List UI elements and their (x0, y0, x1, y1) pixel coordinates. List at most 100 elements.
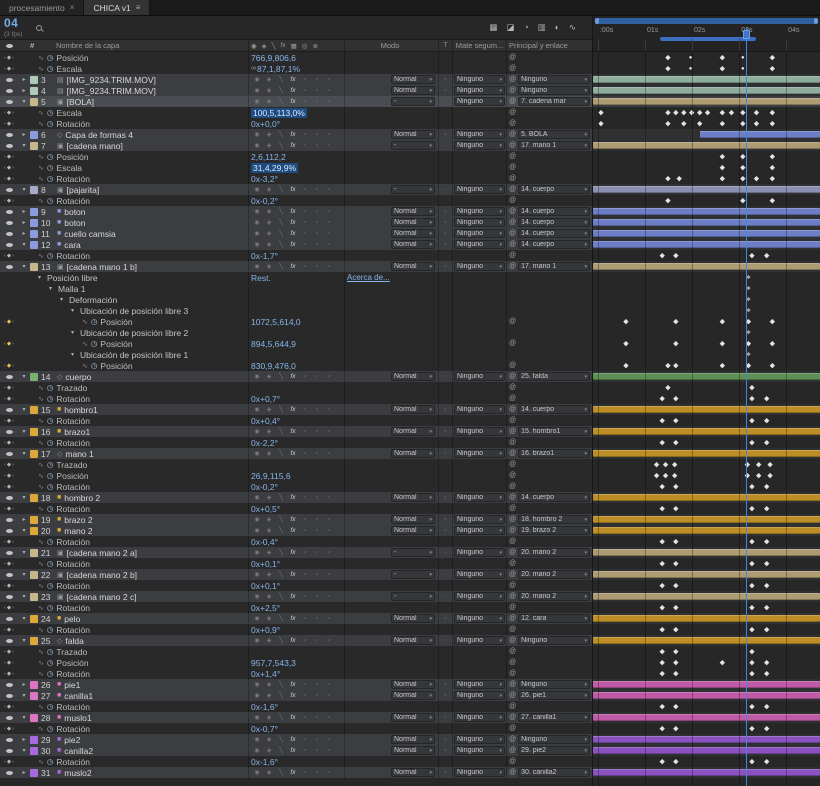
blend-mode-select[interactable]: -▾ (391, 592, 435, 601)
keyframe-navigator[interactable]: ‹◆› (4, 55, 14, 61)
keyframe-icon[interactable]: ◆ (598, 120, 603, 127)
keyframe-icon[interactable]: ◆ (749, 626, 754, 633)
keyframe-icon[interactable]: ◆ (677, 175, 682, 182)
timeline-row[interactable] (593, 525, 820, 536)
layer-name[interactable]: canilla2 (64, 746, 93, 756)
property-row[interactable]: ‹◆›∿◷Rotación0x-0,2°@ (0, 481, 592, 492)
pickwhip-icon[interactable]: @ (509, 384, 516, 391)
timeline-row[interactable]: ◆◆◆◆ (593, 580, 820, 591)
track-matte-select[interactable]: Ninguno▾ (454, 735, 505, 744)
next-keyframe-icon[interactable]: › (12, 385, 14, 391)
keyframe-icon[interactable]: ◆ (770, 65, 775, 72)
pickwhip-icon[interactable]: @ (509, 98, 516, 105)
twirl-icon[interactable]: ▾ (18, 635, 30, 646)
layer-switch[interactable]: ▫ (299, 407, 311, 413)
keyframe-icon[interactable]: ◆ (665, 109, 670, 116)
keyframe-icon[interactable]: ◆ (764, 758, 769, 765)
keyframe-navigator[interactable]: ‹◆› (4, 583, 14, 589)
layer-switch[interactable]: ▫ (323, 528, 335, 534)
preserve-transparency-toggle[interactable]: ▫ (444, 616, 446, 622)
stopwatch-icon[interactable]: ◷ (91, 361, 98, 370)
property-row[interactable]: ‹◆›∿◷Rotación0x+0,7°@ (0, 393, 592, 404)
layer-switch[interactable]: ▫ (311, 550, 323, 556)
timeline-row[interactable]: ◆◆◆◆◆◆ (593, 173, 820, 184)
twirl-icon[interactable] (18, 393, 30, 404)
twirl-icon[interactable]: ▸ (18, 206, 30, 217)
layer-switch[interactable]: ╲ (275, 208, 287, 215)
keyframe-icon[interactable]: ◆ (665, 65, 670, 72)
timeline-row[interactable]: ◆◆◆◆ (593, 250, 820, 261)
keyframe-icon[interactable]: ◆ (689, 109, 694, 116)
keyframe-icon[interactable]: ◆ (665, 120, 670, 127)
twirl-icon[interactable] (18, 118, 30, 129)
layer-switch[interactable]: ▫ (311, 429, 323, 435)
pickwhip-icon[interactable]: @ (509, 560, 516, 567)
current-keyframe-icon[interactable]: ◆ (7, 55, 11, 61)
layer-switch[interactable]: ◉ (251, 714, 263, 721)
timeline-row[interactable] (593, 569, 820, 580)
keyframe-icon[interactable]: ◆ (673, 582, 678, 589)
track-matte-select[interactable]: Ninguno▾ (454, 449, 505, 458)
fx-switch[interactable]: fx (287, 142, 299, 149)
layer-duration-bar[interactable] (593, 516, 820, 523)
pickwhip-icon[interactable]: @ (509, 175, 516, 182)
layer-switch[interactable]: ▫ (311, 187, 323, 193)
twirl-icon[interactable] (18, 305, 30, 316)
blend-mode-select[interactable]: Normal▾ (391, 746, 435, 755)
keyframe-icon[interactable]: ● (689, 66, 693, 72)
switch-column-icon[interactable]: ◉ (251, 42, 257, 50)
twirl-icon[interactable] (18, 470, 30, 481)
label-color-swatch[interactable] (30, 450, 38, 458)
layer-switch[interactable]: ▫ (299, 550, 311, 556)
track-matte-select[interactable]: Ninguno▾ (454, 680, 505, 689)
keyframe-icon[interactable]: ◆ (749, 439, 754, 446)
keyframe-icon[interactable]: ◆ (672, 461, 677, 468)
current-keyframe-icon[interactable]: ◆ (7, 440, 11, 446)
label-color-swatch[interactable] (30, 516, 38, 524)
property-row[interactable]: ‹◆›∿◷Rotación0x-0,4°@ (0, 536, 592, 547)
twirl-icon[interactable] (18, 415, 30, 426)
property-row[interactable]: ‹◆›∿◷Posición957,7,543,3@ (0, 657, 592, 668)
track-matte-select[interactable]: Ninguno▾ (454, 427, 505, 436)
keyframe-icon[interactable]: ◆ (720, 362, 725, 369)
keyframe-icon[interactable]: ◆ (764, 626, 769, 633)
layer-duration-bar[interactable] (593, 406, 820, 413)
pickwhip-icon[interactable]: @ (509, 54, 516, 61)
current-keyframe-icon[interactable]: ◆ (7, 121, 11, 127)
playhead[interactable] (746, 27, 747, 786)
pickwhip-icon[interactable]: @ (509, 252, 516, 259)
track-matte-select[interactable]: Ninguno▾ (454, 746, 505, 755)
keyframe-icon[interactable]: ◆ (673, 395, 678, 402)
fx-switch[interactable]: fx (287, 219, 299, 226)
visibility-toggle[interactable] (6, 408, 13, 412)
timeline-row[interactable]: ◆◆◆ (593, 151, 820, 162)
layer-switch[interactable]: ╲ (275, 549, 287, 556)
twirl-icon[interactable]: ▾ (38, 274, 41, 281)
keyframe-icon[interactable]: ◆ (673, 648, 678, 655)
twirl-icon[interactable]: ▸ (18, 228, 30, 239)
label-color-swatch[interactable] (30, 615, 38, 623)
blend-mode-select[interactable]: Normal▾ (391, 207, 435, 216)
twirl-icon[interactable]: ▸ (18, 679, 30, 690)
layer-switch[interactable]: ▫ (311, 594, 323, 600)
layer-switch[interactable]: ▫ (311, 715, 323, 721)
layer-duration-bar[interactable] (593, 692, 820, 699)
blend-mode-select[interactable]: -▾ (391, 185, 435, 194)
fx-switch[interactable]: fx (287, 230, 299, 237)
property-row[interactable]: ‹◆›∿◷Rotación0x+0,5°@ (0, 503, 592, 514)
keyframe-icon[interactable]: ◆ (729, 109, 734, 116)
keyframe-icon[interactable]: ◆ (673, 758, 678, 765)
prev-keyframe-icon[interactable]: ‹ (4, 165, 6, 171)
keyframe-icon[interactable]: ◆ (705, 109, 710, 116)
parent-select[interactable]: Ninguno▾ (518, 636, 590, 645)
property-row[interactable]: ‹◆›∿◷Escala∞87,1,87,1%@ (0, 63, 592, 74)
layer-switch[interactable]: ◉ (251, 186, 263, 193)
parent-select[interactable]: 14. cuerpo▾ (518, 405, 590, 414)
pickwhip-icon[interactable]: @ (509, 505, 516, 512)
property-row[interactable]: ‹◆›∿◷Trazado@ (0, 382, 592, 393)
pickwhip-icon[interactable]: @ (509, 197, 516, 204)
twirl-icon[interactable]: ▸ (18, 74, 30, 85)
constrain-proportions-icon[interactable]: ∞ (251, 65, 256, 72)
layer-duration-bar[interactable] (593, 241, 820, 248)
label-color-swatch[interactable] (30, 747, 38, 755)
